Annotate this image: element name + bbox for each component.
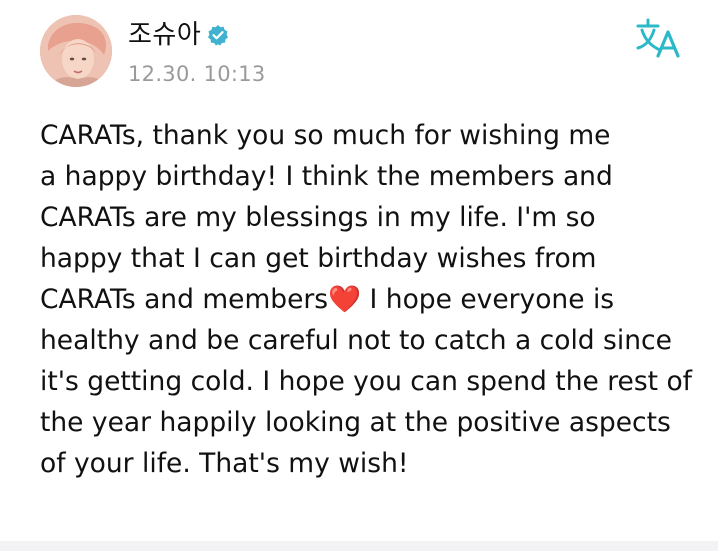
avatar-image <box>40 15 112 87</box>
body-line: healthy and be careful not to catch a co… <box>40 325 672 356</box>
body-line-segment: CARATs and members <box>40 284 329 315</box>
body-line: happy that I can get birthday wishes fro… <box>40 243 597 274</box>
body-line: CARATs, thank you so much for wishing me <box>40 120 611 151</box>
body-line: of your life. That's my wish! <box>40 448 409 479</box>
body-line-segment: I hope everyone is <box>361 284 615 315</box>
body-line: it's getting cold. I hope you can spend … <box>40 366 692 397</box>
body-line-with-heart: CARATs and members❤️ I hope everyone is <box>40 279 690 320</box>
author-row: 조슈아 <box>128 18 229 52</box>
translate-icon <box>636 18 680 58</box>
author-name[interactable]: 조슈아 <box>128 18 201 52</box>
post-timestamp: 12.30. 10:13 <box>128 62 266 86</box>
verified-badge-icon <box>207 24 229 46</box>
post-body: CARATs, thank you so much for wishing me… <box>40 115 692 484</box>
heart-emoji-icon: ❤️ <box>328 284 362 315</box>
body-line: the year happily looking at the positive… <box>40 407 671 438</box>
bottom-divider <box>0 541 718 551</box>
post-card: 조슈아 12.30. 10:13 CARATs, thank you so mu… <box>0 0 718 541</box>
body-line: a happy birthday! I think the members an… <box>40 161 613 192</box>
translate-button[interactable] <box>636 18 682 58</box>
body-line: CARATs are my blessings in my life. I'm … <box>40 202 596 233</box>
author-avatar[interactable] <box>40 15 112 87</box>
